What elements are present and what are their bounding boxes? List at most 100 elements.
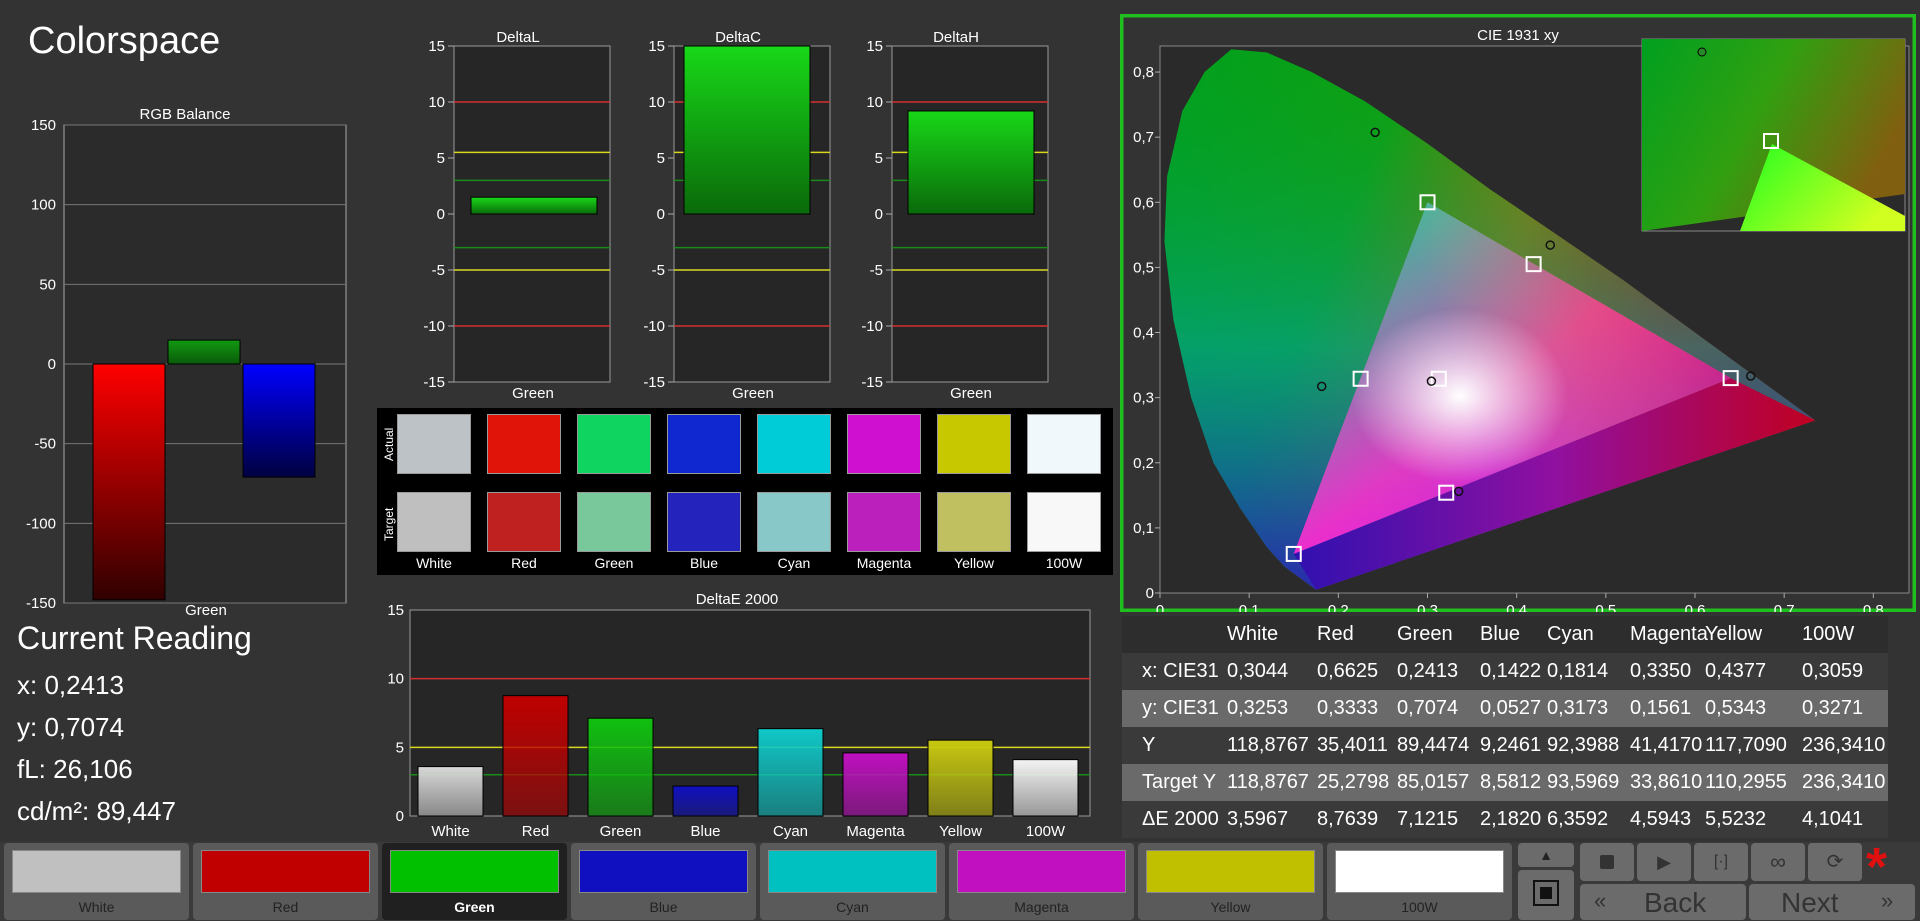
deltae-tick-label: 0	[396, 808, 404, 825]
deltae-bar-cyan	[757, 728, 824, 817]
swatch-label: Yellow	[954, 555, 994, 571]
stop-button[interactable]	[1580, 843, 1634, 881]
step-button[interactable]: [·]	[1694, 843, 1748, 881]
patch-button-red[interactable]: Red	[193, 843, 378, 920]
deltae-category-label: Magenta	[846, 823, 905, 840]
deltah-chart: DeltaH Green 15 10 5 0 -5 -10 -15	[861, 29, 1049, 402]
cie-y-tick-label: 0,4	[1133, 325, 1154, 342]
table-cell: 0,3044	[1227, 660, 1289, 682]
table-row: Y 118,8767 35,4011 89,4474 9,2461 92,3988 41,4…	[1122, 727, 1888, 764]
delta-tick-label: 5	[437, 150, 445, 167]
cie-y-tick-label: 0,2	[1133, 455, 1154, 472]
up-arrow-button[interactable]: ▲	[1518, 843, 1574, 867]
stop-square-button[interactable]	[1518, 870, 1574, 920]
delta-tick-label: 0	[437, 206, 445, 223]
deltae-category-label: Red	[522, 823, 550, 840]
patch-button-magenta[interactable]: Magenta	[949, 843, 1134, 920]
delta-tick-label: -10	[861, 318, 883, 335]
table-cell: 33,8610	[1630, 771, 1703, 793]
deltae-category-label: Green	[600, 823, 642, 840]
deltae-tick-label: 5	[396, 739, 404, 756]
table-cell: 41,4170	[1630, 734, 1703, 756]
double-chevron-right-icon: »	[1881, 888, 1894, 913]
table-cell: 0,7074	[1397, 697, 1459, 719]
table-cell: 93,5969	[1547, 771, 1620, 793]
rgb-tick-label: 100	[31, 197, 56, 214]
actual-swatch-magenta	[847, 414, 921, 474]
table-header: Yellow	[1705, 623, 1763, 645]
deltae-bar-blue	[672, 785, 739, 817]
target-swatch-yellow	[937, 492, 1011, 552]
target-swatch-blue	[667, 492, 741, 552]
back-button[interactable]: « Back	[1580, 884, 1746, 920]
cie-x-tick-label: 0,7	[1774, 602, 1795, 612]
table-cell: 35,4011	[1317, 734, 1388, 756]
rgb-balance-chart: RGB Balance 150 100 50 0 -50 -100 -150 Green	[26, 106, 347, 619]
reading-cd: cd/m²: 89,447	[17, 796, 176, 826]
cie-y-tick-label: 0	[1146, 585, 1154, 602]
play-icon: ▶	[1657, 852, 1671, 872]
patch-label: Blue	[649, 899, 678, 915]
table-cell: 0,3253	[1227, 697, 1289, 719]
cie-y-tick-label: 0,3	[1133, 390, 1154, 407]
cie-chart: CIE 1931 xy 0 0,1 0,2 0,3 0,4 0,5 0,6 0,7 0,8 0 0,…	[1120, 14, 1916, 612]
delta-tick-label: 10	[866, 94, 883, 111]
table-cell: 0,3173	[1547, 697, 1609, 719]
loop-button[interactable]: ∞	[1751, 843, 1805, 881]
deltae-bar-red	[502, 695, 569, 817]
delta-tick-label: -15	[423, 374, 445, 391]
actual-swatch-green	[577, 414, 651, 474]
table-cell: 0,5343	[1705, 697, 1767, 719]
deltae-title: DeltaE 2000	[696, 591, 779, 608]
actual-swatch-blue	[667, 414, 741, 474]
delta-tick-label: 10	[428, 94, 445, 111]
delta-tick-label: -10	[643, 318, 665, 335]
cie-x-tick-label: 0,4	[1506, 602, 1527, 612]
table-row: Target Y 118,8767 25,2798 85,0157 8,5812 93,5…	[1122, 764, 1888, 801]
table-header: Blue	[1480, 623, 1521, 645]
swatch-label: 100W	[1045, 555, 1083, 571]
delta-tick-label: 0	[657, 206, 665, 223]
patch-swatch	[1146, 850, 1315, 893]
table-cell: 5,5232	[1705, 808, 1767, 830]
swatch-panel: Actual Target White Red Green Blue Cyan Magen…	[377, 408, 1113, 575]
cie-x-tick-label: 0,8	[1863, 602, 1884, 612]
play-button[interactable]: ▶	[1637, 843, 1691, 881]
patch-swatch	[201, 850, 370, 893]
rgb-tick-label: 50	[39, 276, 56, 293]
cie-x-tick-label: 0,5	[1595, 602, 1616, 612]
deltal-chart: DeltaL Green 15 10 5 0 -5 -10 -15	[423, 29, 611, 402]
deltae-category-label: White	[431, 823, 469, 840]
patch-label: Cyan	[836, 899, 869, 915]
target-row-label: Target	[382, 507, 396, 541]
deltal-category: Green	[512, 385, 554, 402]
rgb-tick-label: -50	[34, 436, 56, 453]
up-arrow-icon: ▲	[1539, 847, 1553, 863]
deltae-chart: DeltaE 2000 15 10 5 0 White Red Green Blue Cyan M…	[387, 591, 1091, 840]
cie-y-tick-label: 0,5	[1133, 259, 1154, 276]
patch-button-green[interactable]: Green	[382, 843, 567, 920]
patch-button-100w[interactable]: 100W	[1327, 843, 1512, 920]
table-cell: 89,4474	[1397, 734, 1470, 756]
patch-button-blue[interactable]: Blue	[571, 843, 756, 920]
actual-swatch-yellow	[937, 414, 1011, 474]
table-cell: 0,0527	[1480, 697, 1542, 719]
patch-button-cyan[interactable]: Cyan	[760, 843, 945, 920]
swatch-label: Red	[511, 555, 537, 571]
cie-y-tick-label: 0,7	[1133, 129, 1154, 146]
table-header: Cyan	[1547, 623, 1594, 645]
table-row-label: ΔE 2000	[1142, 808, 1219, 830]
patch-button-yellow[interactable]: Yellow	[1138, 843, 1323, 920]
table-header-row: White Red Green Blue Cyan Magenta Yellow 100W	[1122, 616, 1888, 653]
target-swatch-magenta	[847, 492, 921, 552]
table-header: Red	[1317, 623, 1354, 645]
rgb-bar-green	[167, 339, 241, 365]
table-cell: 0,4377	[1705, 660, 1767, 682]
delta-tick-label: -10	[423, 318, 445, 335]
delta-tick-label: 5	[875, 150, 883, 167]
refresh-button[interactable]: ⟳	[1808, 843, 1862, 881]
next-button[interactable]: Next »	[1749, 884, 1915, 920]
cie-y-tick-label: 0,8	[1133, 64, 1154, 81]
patch-button-white[interactable]: White	[4, 843, 189, 920]
inset-measured-point	[1697, 47, 1707, 57]
